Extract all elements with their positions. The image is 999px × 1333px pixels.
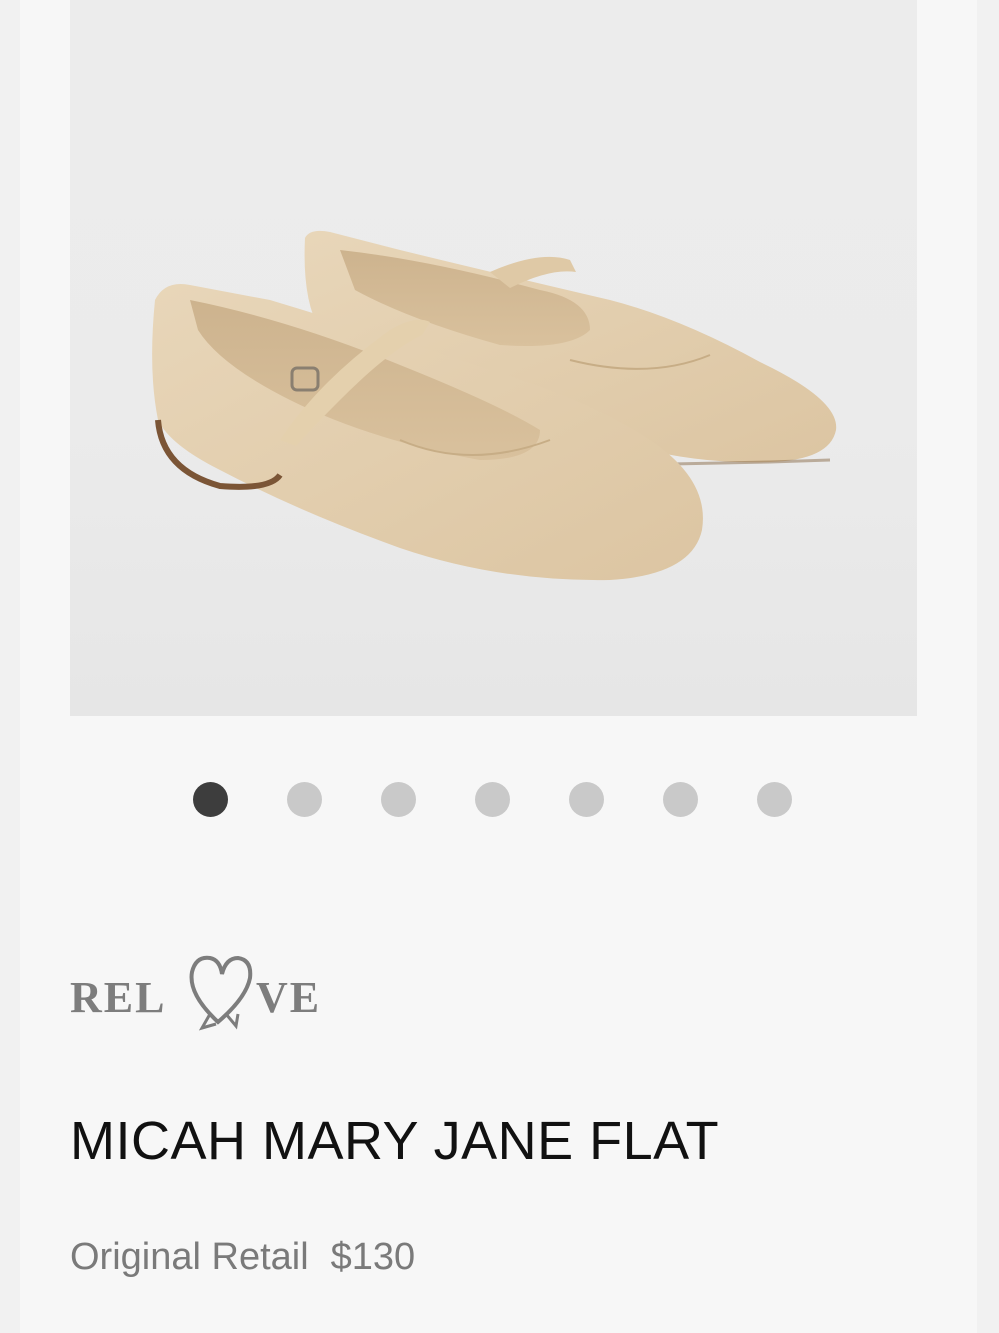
carousel-dot-1[interactable]: [193, 782, 228, 817]
carousel-dot-6[interactable]: [663, 782, 698, 817]
carousel-dot-4[interactable]: [475, 782, 510, 817]
page-edge-right: [977, 0, 999, 1333]
carousel-pagination: [193, 782, 803, 818]
original-retail: Original Retail $130: [70, 1236, 415, 1279]
carousel-dot-5[interactable]: [569, 782, 604, 817]
product-image[interactable]: [70, 0, 917, 716]
product-title: MICAH MARY JANE FLAT: [70, 1111, 720, 1171]
carousel-dot-7[interactable]: [757, 782, 792, 817]
carousel-dot-3[interactable]: [381, 782, 416, 817]
shoe-photo: [152, 230, 837, 581]
svg-text:VE: VE: [256, 973, 321, 1022]
svg-text:REL: REL: [70, 973, 166, 1022]
relove-logo: REL VE: [70, 950, 340, 1032]
retail-price: $130: [330, 1236, 416, 1278]
retail-label: Original Retail: [70, 1236, 309, 1278]
page-edge-left: [0, 0, 20, 1333]
carousel-dot-2[interactable]: [287, 782, 322, 817]
